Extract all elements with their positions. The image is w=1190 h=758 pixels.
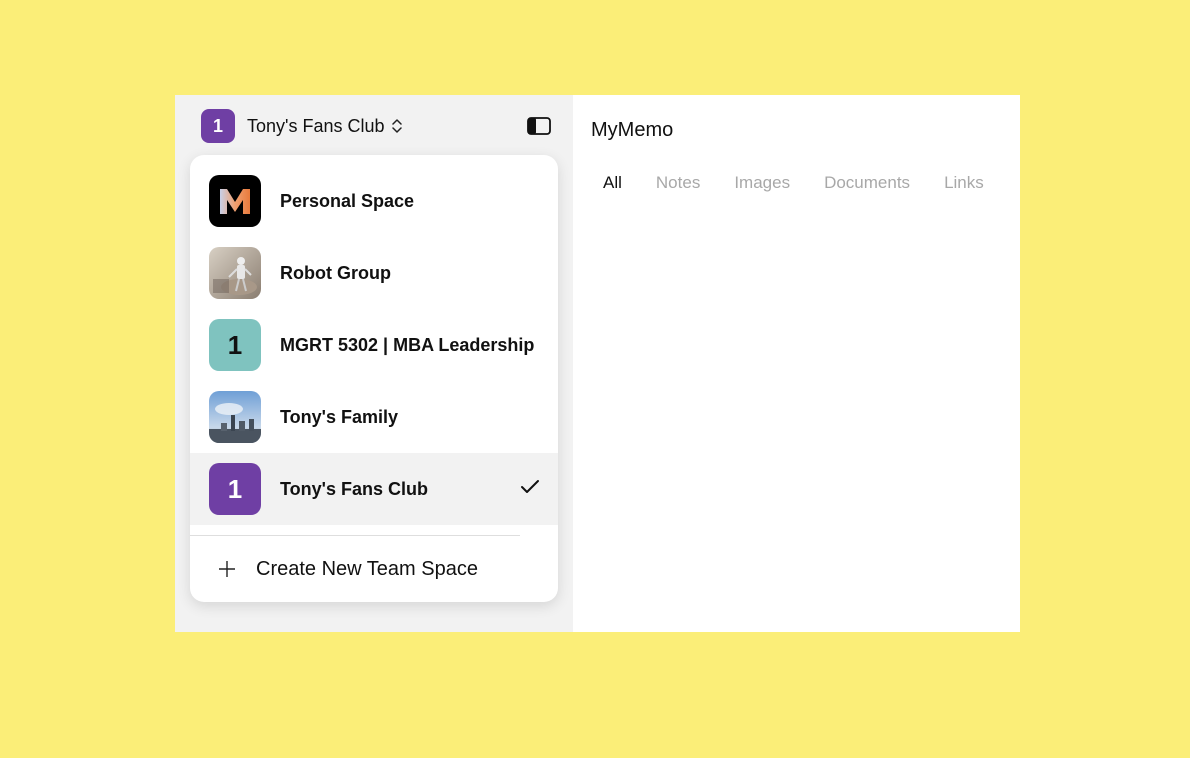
memo-logo-icon (209, 175, 261, 227)
app-title: MyMemo (591, 119, 674, 141)
sidebar-toggle-icon (527, 116, 551, 140)
team-switcher[interactable]: 1 Tony's Fans Club (201, 109, 403, 143)
badge-number: 1 (227, 329, 243, 360)
checkmark-icon (520, 479, 540, 500)
menu-item-tonys-fans-club[interactable]: 1 Tony's Fans Club (190, 453, 558, 525)
menu-divider (190, 535, 520, 536)
menu-item-label: Tony's Family (280, 406, 398, 427)
tab-documents[interactable]: Documents (824, 173, 910, 193)
city-photo-icon (209, 391, 261, 443)
create-team-space-label: Create New Team Space (256, 557, 478, 580)
menu-item-label: Tony's Fans Club (280, 478, 428, 499)
menu-item-label: MGRT 5302 | MBA Leadership (280, 334, 535, 355)
chevron-up-down-icon (391, 118, 403, 134)
number-badge-icon: 1 (209, 319, 261, 371)
menu-item-tonys-family[interactable]: Tony's Family (190, 381, 558, 453)
main-content: MyMemo All Notes Images Documents Links (573, 95, 1020, 632)
number-badge-icon: 1 (209, 463, 261, 515)
filter-tabs: All Notes Images Documents Links (603, 173, 1018, 193)
menu-item-label: Personal Space (280, 190, 415, 211)
sidebar-toggle-button[interactable] (527, 116, 551, 140)
sidebar: 1 Tony's Fans Club Personal Space Robot … (175, 95, 573, 632)
robot-photo-icon (209, 247, 261, 299)
tab-all[interactable]: All (603, 173, 622, 193)
badge-number: 1 (227, 473, 243, 504)
create-team-space-button[interactable]: Create New Team Space (190, 547, 558, 591)
tab-links[interactable]: Links (944, 173, 984, 193)
plus-icon (218, 560, 236, 578)
menu-item-personal-space[interactable]: Personal Space (190, 165, 558, 237)
team-badge: 1 (201, 109, 235, 143)
app-window: 1 Tony's Fans Club Personal Space Robot … (175, 95, 1020, 632)
menu-item-robot-group[interactable]: Robot Group (190, 237, 558, 309)
menu-item-label: Robot Group (280, 262, 391, 283)
menu-item-mgrt-5302[interactable]: 1 MGRT 5302 | MBA Leadership (190, 309, 558, 381)
tab-notes[interactable]: Notes (656, 173, 700, 193)
team-space-dropdown: Personal Space Robot Group 1 MGRT 5302 |… (190, 155, 558, 602)
tab-images[interactable]: Images (734, 173, 790, 193)
current-team-name: Tony's Fans Club (247, 115, 385, 136)
